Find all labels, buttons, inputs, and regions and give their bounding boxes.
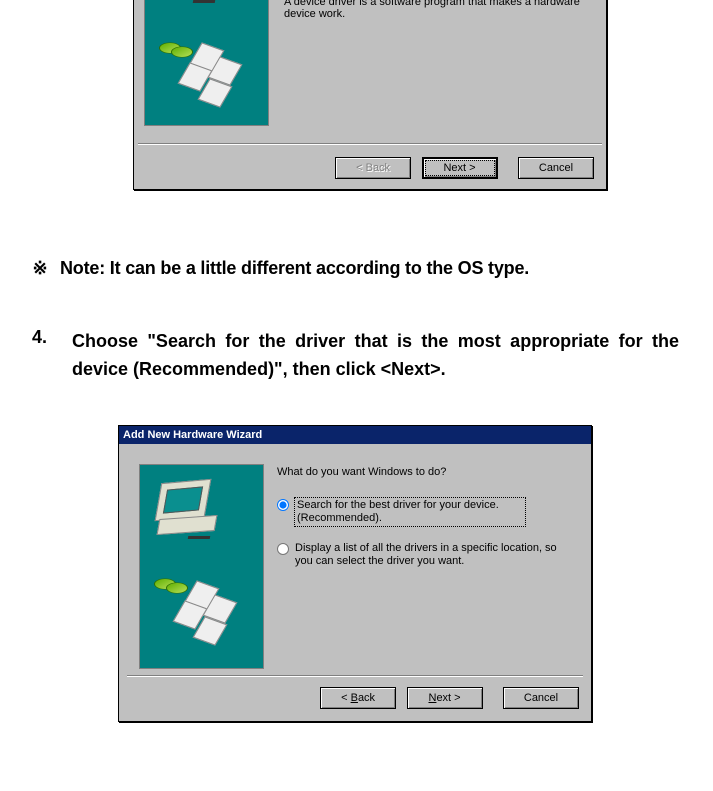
wizard1-illustration <box>144 0 269 126</box>
window-icon <box>169 489 185 500</box>
cd-discs-icon <box>159 37 193 53</box>
radio-option-search[interactable]: Search for the best driver for your devi… <box>277 498 571 526</box>
wizard1-button-row: < Back Next > Cancel <box>329 157 594 179</box>
radio-list-label: Display a list of all the drivers in a s… <box>295 542 571 568</box>
next-button[interactable]: Next > <box>407 687 483 709</box>
wizard2-illustration <box>139 464 264 669</box>
wizard2-button-row: < Back Next > Cancel <box>314 687 579 709</box>
back-button[interactable]: < Back <box>335 157 411 179</box>
wizard2-body: What do you want Windows to do? Search f… <box>129 452 581 673</box>
note-text: Note: It can be a little different accor… <box>60 258 529 278</box>
wizard-dialog-2: Add New Hardware Wizard What do you wan <box>118 425 592 722</box>
cancel-button[interactable]: Cancel <box>518 157 594 179</box>
step-number: 4. <box>32 327 47 348</box>
wizard1-body: A device driver is a software program th… <box>144 0 596 141</box>
document-page: A device driver is a software program th… <box>0 0 713 791</box>
wizard-dialog-1: A device driver is a software program th… <box>133 0 607 190</box>
back-button[interactable]: < Back <box>320 687 396 709</box>
cd-discs-icon <box>154 573 188 589</box>
note-line: ※ Note: It can be a little different acco… <box>32 258 529 279</box>
reference-mark-icon: ※ <box>32 258 48 279</box>
wizard2-prompt: What do you want Windows to do? <box>277 466 575 478</box>
step-4: 4. Choose "Search for the driver that is… <box>32 327 679 383</box>
wizard1-separator <box>138 143 602 145</box>
next-button[interactable]: Next > <box>422 157 498 179</box>
wizard2-titlebar: Add New Hardware Wizard <box>119 426 591 444</box>
step-4-text: Choose "Search for the driver that is th… <box>72 327 679 383</box>
radio-list[interactable] <box>277 543 289 555</box>
radio-option-list[interactable]: Display a list of all the drivers in a s… <box>277 542 571 568</box>
radio-search[interactable] <box>277 499 289 511</box>
computer-icon <box>158 481 216 533</box>
cancel-button[interactable]: Cancel <box>503 687 579 709</box>
wizard2-separator <box>127 675 583 677</box>
wizard1-description: A device driver is a software program th… <box>284 0 592 20</box>
radio-search-label: Search for the best driver for your devi… <box>295 498 525 526</box>
